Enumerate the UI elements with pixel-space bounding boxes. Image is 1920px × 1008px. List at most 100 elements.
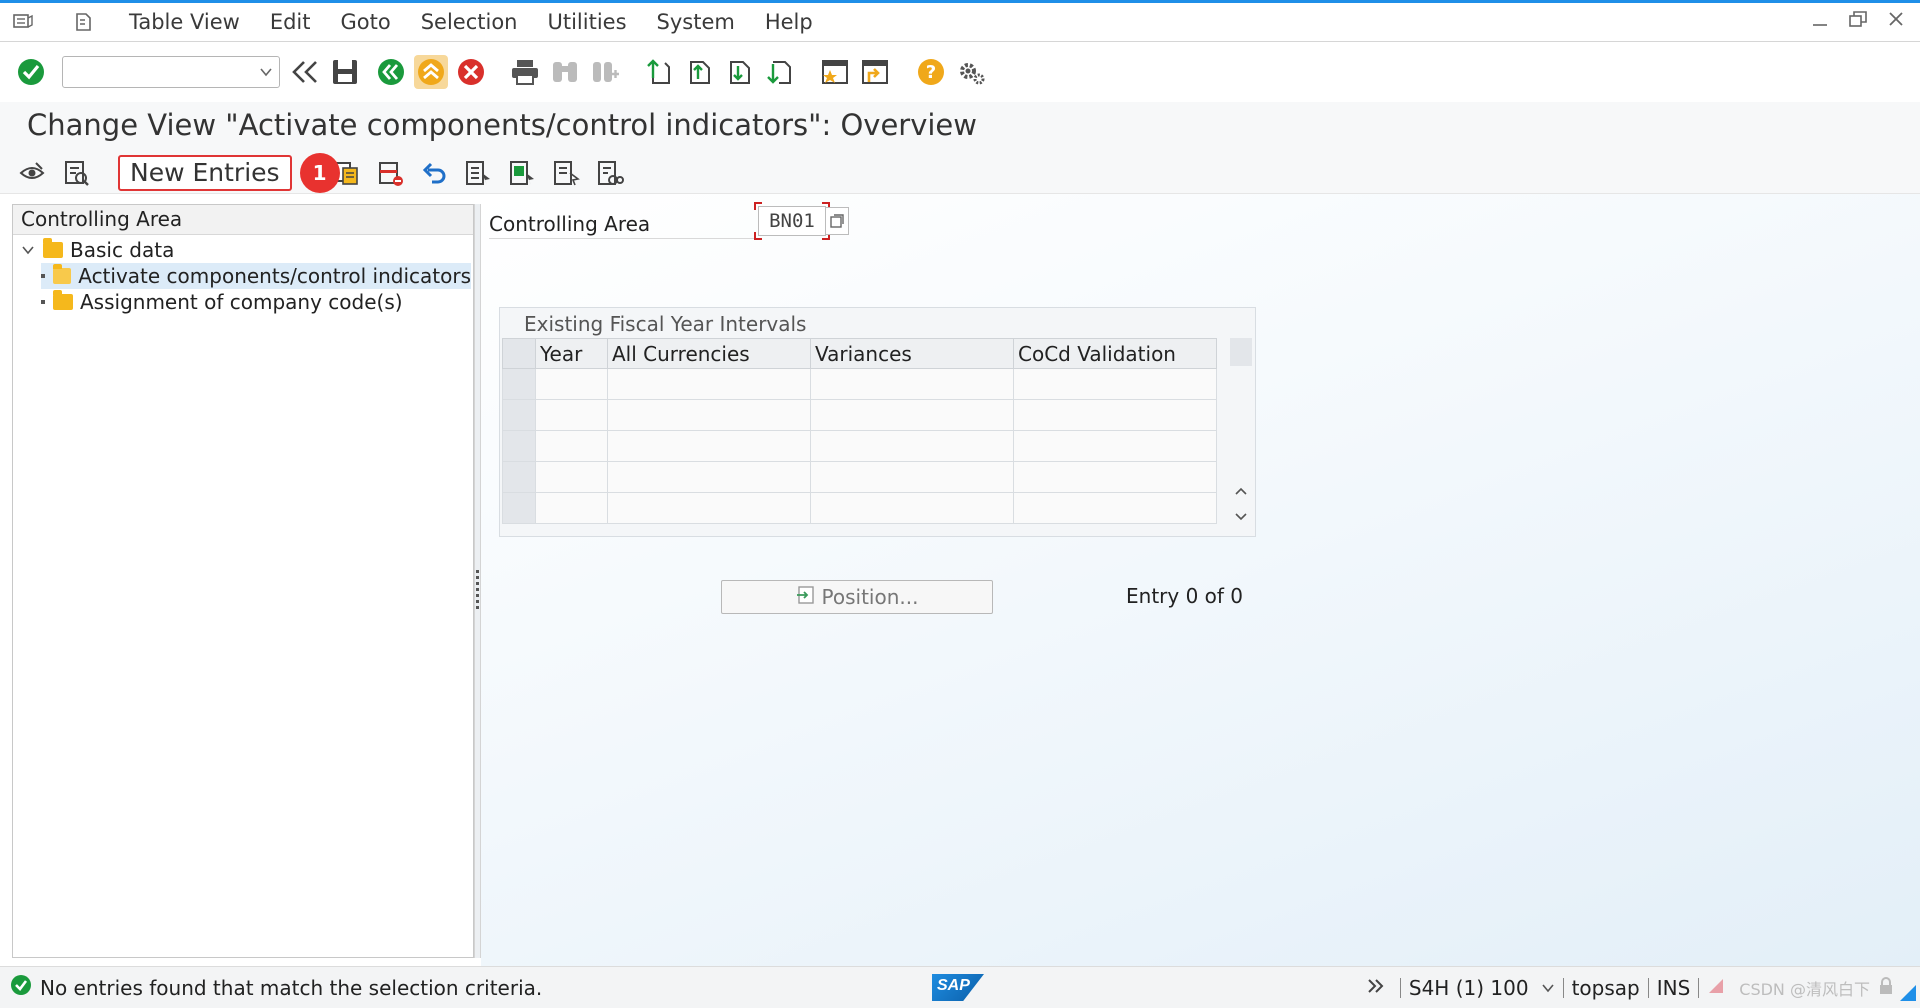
panel-splitter[interactable]: [474, 204, 481, 958]
system-info[interactable]: S4H (1) 100: [1409, 976, 1529, 1000]
table-cell[interactable]: [1013, 368, 1217, 400]
column-header-variances[interactable]: Variances: [810, 338, 1014, 369]
insert-mode[interactable]: INS: [1657, 976, 1691, 1000]
menu-goto[interactable]: Goto: [326, 10, 406, 34]
chevron-down-icon[interactable]: [21, 243, 37, 257]
expand-status-icon[interactable]: [1366, 976, 1386, 1000]
table-cell[interactable]: [1013, 399, 1217, 431]
table-cell[interactable]: [810, 368, 1014, 400]
column-settings-cell[interactable]: [1230, 338, 1252, 366]
column-header-cocd-validation[interactable]: CoCd Validation: [1013, 338, 1217, 369]
table-cell[interactable]: [607, 430, 811, 462]
scroll-down-icon[interactable]: [1234, 510, 1248, 524]
tree-node-assignment-company-codes[interactable]: Assignment of company code(s): [41, 289, 403, 315]
menu-table-view[interactable]: Table View: [114, 10, 255, 34]
splitter-grip[interactable]: [476, 570, 479, 610]
print-icon[interactable]: [508, 55, 542, 89]
last-page-icon[interactable]: [762, 55, 796, 89]
enter-icon[interactable]: [14, 55, 48, 89]
table-cell[interactable]: [535, 368, 608, 400]
delete-icon[interactable]: [374, 157, 406, 189]
command-field[interactable]: [62, 56, 280, 88]
find-next-icon[interactable]: [588, 55, 622, 89]
back-icon[interactable]: [374, 55, 408, 89]
cancel-icon[interactable]: [454, 55, 488, 89]
chevron-down-icon[interactable]: [259, 64, 273, 83]
scroll-up-icon[interactable]: [1234, 484, 1248, 498]
table-cell[interactable]: [607, 399, 811, 431]
help-icon[interactable]: ?: [914, 55, 948, 89]
previous-page-icon[interactable]: [682, 55, 716, 89]
transaction-icon[interactable]: [70, 11, 96, 33]
row-selector[interactable]: [502, 430, 536, 462]
row-selector[interactable]: [502, 492, 536, 524]
status-bar: No entries found that match the selectio…: [0, 966, 1920, 1008]
status-message[interactable]: No entries found that match the selectio…: [10, 974, 542, 1001]
close-icon[interactable]: [1886, 9, 1906, 29]
menu-help[interactable]: Help: [750, 10, 828, 34]
settings-icon[interactable]: [954, 55, 988, 89]
window-controls: [1810, 9, 1906, 29]
table-cell[interactable]: [1013, 492, 1217, 524]
success-icon: [10, 974, 32, 1001]
value-help-icon[interactable]: [825, 207, 849, 235]
print-field-list-icon[interactable]: [594, 157, 626, 189]
new-session-icon[interactable]: [818, 55, 852, 89]
new-entries-button[interactable]: New Entries: [118, 154, 292, 191]
table-cell[interactable]: [535, 399, 608, 431]
find-icon[interactable]: [548, 55, 582, 89]
menu-edit[interactable]: Edit: [255, 10, 326, 34]
table-cell[interactable]: [535, 461, 608, 493]
table-vertical-scrollbar[interactable]: [1230, 338, 1252, 533]
select-all-column[interactable]: [502, 338, 536, 369]
main-content: Controlling Area BN01 Existing Fiscal Ye…: [481, 194, 1920, 966]
chevron-down-icon[interactable]: [1541, 976, 1555, 1000]
controlling-area-field[interactable]: BN01: [758, 206, 826, 236]
table-cell[interactable]: [1013, 461, 1217, 493]
tree-node-label: Activate components/control indicators: [78, 264, 471, 288]
table-cell[interactable]: [810, 399, 1014, 431]
save-icon[interactable]: [328, 55, 362, 89]
page-title: Change View "Activate components/control…: [27, 108, 977, 142]
row-selector[interactable]: [502, 368, 536, 400]
menu-icon[interactable]: [10, 11, 36, 33]
table-cell[interactable]: [1013, 430, 1217, 462]
first-page-icon[interactable]: [642, 55, 676, 89]
deselect-all-icon[interactable]: [550, 157, 582, 189]
select-all-icon[interactable]: [462, 157, 494, 189]
select-block-icon[interactable]: [506, 157, 538, 189]
menu-utilities[interactable]: Utilities: [532, 10, 641, 34]
table-row: [502, 399, 1217, 431]
table-cell[interactable]: [535, 492, 608, 524]
back-chevrons-icon[interactable]: [288, 55, 322, 89]
next-page-icon[interactable]: [722, 55, 756, 89]
table-cell[interactable]: [607, 461, 811, 493]
shortcut-icon[interactable]: [858, 55, 892, 89]
table-row: [502, 430, 1217, 462]
table-cell[interactable]: [535, 430, 608, 462]
position-button[interactable]: Position...: [721, 580, 993, 614]
tree-node-activate-components[interactable]: Activate components/control indicators: [41, 263, 471, 289]
exit-icon[interactable]: [414, 55, 448, 89]
performance-icon[interactable]: [1707, 976, 1725, 1000]
row-selector[interactable]: [502, 461, 536, 493]
restore-icon[interactable]: [1848, 9, 1868, 29]
minimize-icon[interactable]: [1810, 9, 1830, 29]
table-cell[interactable]: [810, 430, 1014, 462]
row-selector[interactable]: [502, 399, 536, 431]
other-entry-icon[interactable]: [60, 157, 92, 189]
tree-node-basic-data[interactable]: Basic data: [21, 237, 174, 263]
menu-selection[interactable]: Selection: [406, 10, 533, 34]
tree-node-label: Basic data: [70, 238, 175, 262]
table-cell[interactable]: [810, 492, 1014, 524]
table-cell[interactable]: [810, 461, 1014, 493]
table-cell[interactable]: [607, 368, 811, 400]
resize-grip-icon[interactable]: [1900, 982, 1916, 1006]
column-header-all-currencies[interactable]: All Currencies: [607, 338, 811, 369]
table-cell[interactable]: [607, 492, 811, 524]
separator: [1399, 978, 1401, 998]
menu-system[interactable]: System: [642, 10, 750, 34]
column-header-year[interactable]: Year: [535, 338, 608, 369]
display-change-icon[interactable]: [16, 157, 48, 189]
undo-icon[interactable]: [418, 157, 450, 189]
